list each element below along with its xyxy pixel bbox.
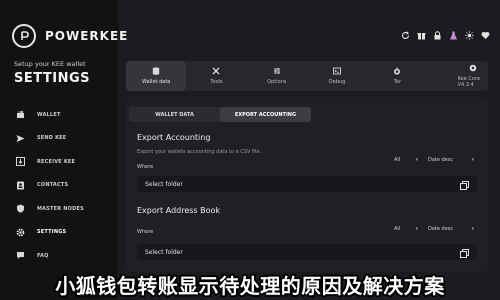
tools-icon (212, 67, 220, 75)
tab-tools[interactable]: Tools (186, 61, 246, 91)
faq-icon (16, 251, 25, 260)
overlay-caption-text: 小狐钱包转账显示待处理的原因及解决方案 (55, 274, 445, 298)
sidebar-item-send-kee[interactable]: SEND KEE (0, 127, 118, 151)
export-accounting-sort-select[interactable]: Date desc ▾ (428, 155, 474, 165)
sidebar-item-label: SETTINGS (37, 229, 67, 236)
wallet-icon (16, 110, 25, 119)
receive-icon (16, 157, 25, 167)
export-address-book-folder-input[interactable]: Select folder (137, 244, 477, 260)
tor-icon (393, 67, 401, 75)
page-title: SETTINGS (14, 71, 91, 86)
sidebar-item-settings[interactable]: SETTINGS (0, 221, 118, 245)
tab-label: Tools (210, 79, 223, 85)
brand-subtitle: Setup your KEE wallet (14, 60, 86, 68)
export-address-book-where-label: Where (137, 229, 154, 235)
copy-folder-icon[interactable] (460, 243, 469, 262)
settings-tabbar: Wallet data Tools Options Debug Tor Kee … (126, 61, 488, 91)
sun-icon[interactable] (465, 31, 474, 40)
segment-wallet-data[interactable]: WALLET DATA (129, 107, 220, 122)
sidebar-item-receive-kee[interactable]: RECEIVE KEE (0, 150, 118, 174)
overlay-caption-banner: 小狐钱包转账显示待处理的原因及解决方案 (0, 269, 500, 300)
export-accounting-title: Export Accounting (137, 133, 211, 142)
sidebar-item-faq[interactable]: FAQ (0, 244, 118, 268)
debug-icon (333, 67, 342, 75)
sidebar-item-wallet[interactable]: WALLET (0, 103, 118, 127)
brand-name: POWERKEE (45, 29, 129, 43)
sidebar-nav: WALLET SEND KEE RECEIVE KEE CONTACTS MAS… (0, 103, 118, 268)
tab-debug[interactable]: Debug (307, 61, 367, 91)
folder-placeholder: Select folder (145, 180, 183, 188)
segment-export-accounting[interactable]: EXPORT ACCOUNTING (220, 107, 311, 122)
sort-value: Date desc (428, 157, 454, 163)
sidebar-item-contacts[interactable]: CONTACTS (0, 174, 118, 198)
options-icon (273, 67, 281, 75)
export-address-book-filter-select[interactable]: All ▾ (394, 224, 418, 234)
gift-icon[interactable] (417, 31, 426, 40)
sidebar-item-label: WALLET (37, 111, 61, 118)
power-logo-icon (12, 24, 36, 48)
tab-label: Tor (393, 79, 402, 85)
toolbar-icons (394, 31, 490, 40)
tab-tor[interactable]: Tor (367, 61, 427, 91)
chevron-down-icon: ▾ (415, 226, 418, 232)
refresh-icon[interactable] (401, 31, 410, 40)
chevron-down-icon: ▾ (415, 157, 418, 163)
tab-options[interactable]: Options (247, 61, 307, 91)
brand-logo: POWERKEE (12, 24, 128, 48)
chevron-down-icon: ▾ (471, 157, 474, 163)
copy-folder-icon[interactable] (460, 175, 469, 194)
wallet-data-segmented-control: WALLET DATA EXPORT ACCOUNTING (129, 107, 311, 122)
database-icon (152, 67, 160, 75)
tab-label: Wallet data (141, 79, 171, 85)
heart-icon[interactable] (481, 31, 490, 40)
filter-value: All (394, 226, 401, 232)
sidebar-item-label: RECEIVE KEE (37, 158, 76, 165)
folder-placeholder: Select folder (145, 248, 183, 256)
lock-icon[interactable] (433, 31, 442, 40)
sidebar-item-label: FAQ (37, 252, 49, 259)
contacts-icon (16, 181, 25, 190)
tab-wallet-data[interactable]: Wallet data (126, 61, 187, 91)
export-accounting-description: Export your wallets accounting data to a… (137, 149, 262, 155)
sort-value: Date desc (428, 226, 454, 232)
sidebar-item-label: CONTACTS (37, 182, 69, 189)
chevron-down-icon: ▾ (471, 226, 474, 232)
export-accounting-filter-select[interactable]: All ▾ (394, 155, 418, 165)
filter-value: All (394, 157, 401, 163)
tab-label: Debug (328, 79, 346, 85)
masternodes-icon (16, 204, 25, 213)
sidebar-item-label: SEND KEE (37, 135, 67, 142)
send-icon (16, 134, 25, 143)
sidebar-item-master-nodes[interactable]: MASTER NODES (0, 197, 118, 221)
export-address-book-title: Export Address Book (137, 206, 221, 215)
core-icon (469, 64, 477, 72)
export-accounting-where-label: Where (137, 164, 154, 170)
tab-label: Kee Core V4.3.4 (457, 76, 480, 88)
tab-kee-core[interactable]: Kee Core V4.3.4 (428, 61, 488, 91)
flask-icon[interactable] (449, 31, 458, 40)
settings-icon (16, 228, 25, 237)
tab-label: Options (267, 79, 287, 85)
sidebar-item-label: MASTER NODES (37, 205, 84, 212)
export-address-book-sort-select[interactable]: Date desc ▾ (428, 224, 474, 234)
export-accounting-folder-input[interactable]: Select folder (137, 176, 477, 192)
sidebar: POWERKEE Setup your KEE wallet SETTINGS … (0, 0, 127, 300)
